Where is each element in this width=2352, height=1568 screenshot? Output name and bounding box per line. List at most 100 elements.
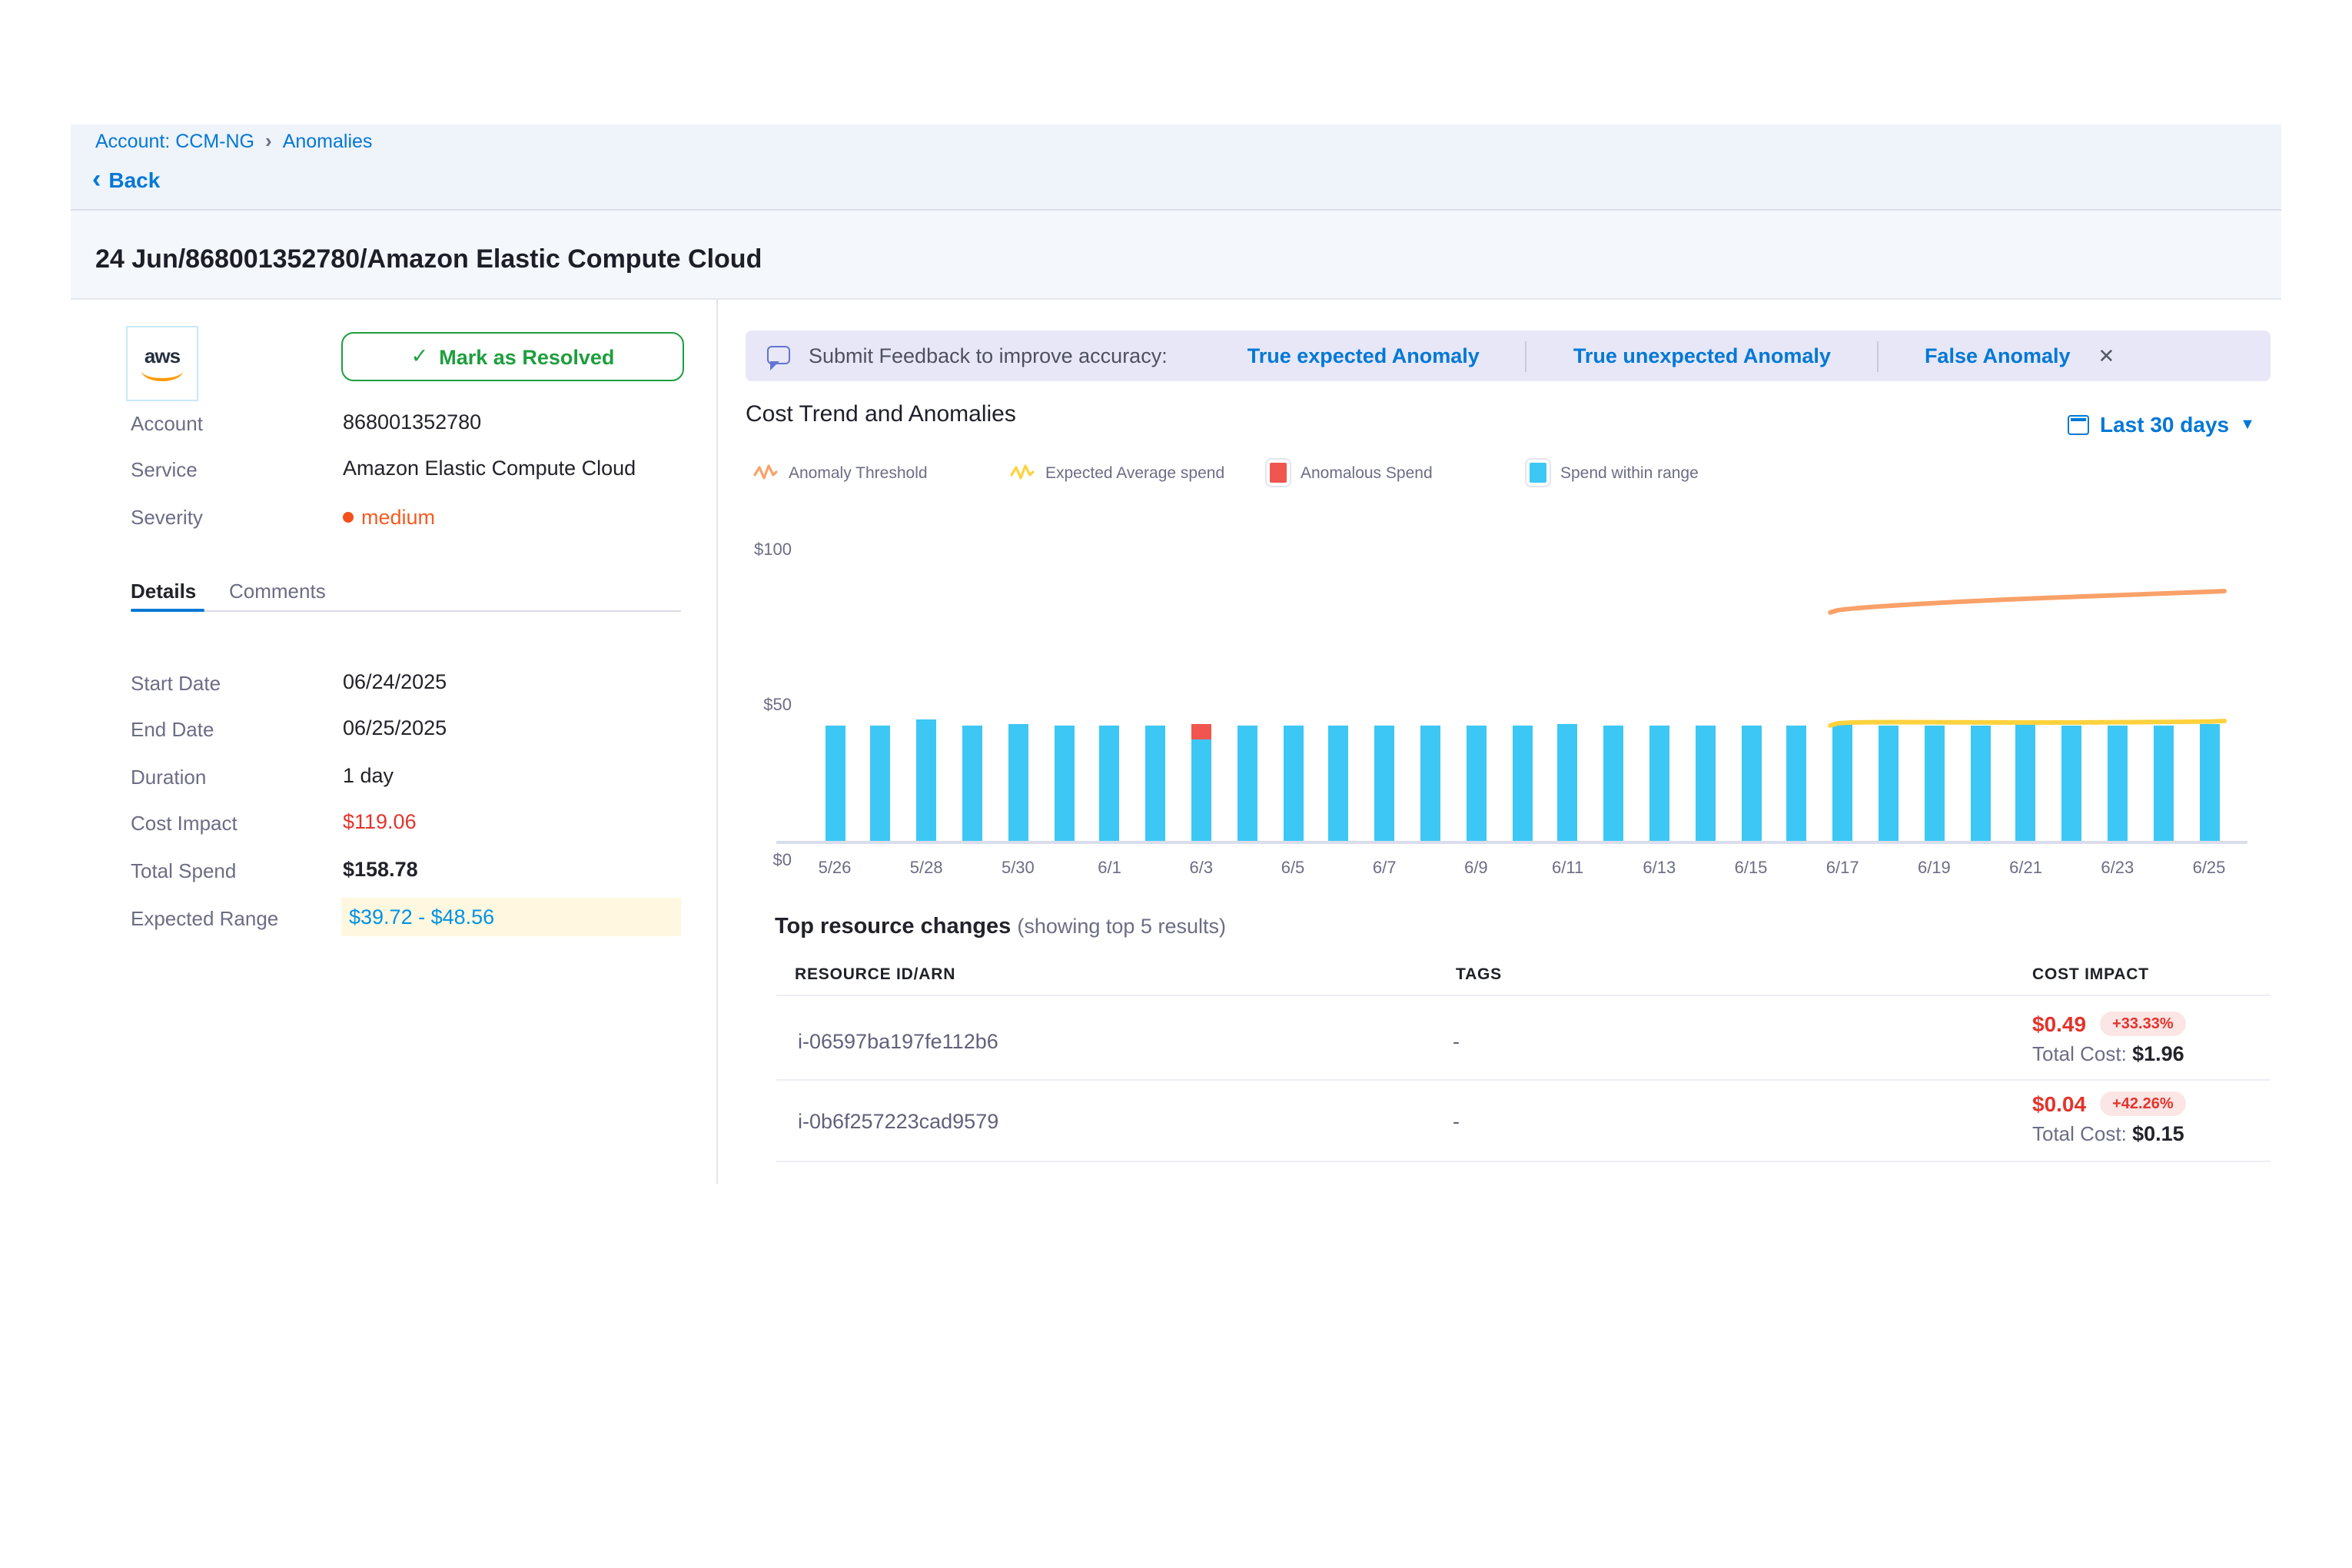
aws-logo: aws xyxy=(126,326,198,401)
x-tick-6/9: 6/9 xyxy=(1464,859,1488,878)
aws-logo-text: aws xyxy=(145,347,180,365)
x-tick-6/3: 6/3 xyxy=(1189,859,1213,878)
x-tick-6/17: 6/17 xyxy=(1826,859,1859,878)
legend-expected-average: Expected Average spend xyxy=(1010,463,1224,483)
feedback-close-icon[interactable]: ✕ xyxy=(2098,344,2115,368)
tags-cell: - xyxy=(1453,1030,1460,1053)
start-date-value: 06/24/2025 xyxy=(343,670,447,693)
chevron-down-icon: ▼ xyxy=(2240,416,2255,433)
table-divider xyxy=(776,995,2271,996)
tab-details[interactable]: Details xyxy=(131,580,196,603)
line-anomaly-threshold xyxy=(1830,591,2224,613)
total-spend-value: $158.78 xyxy=(343,858,418,881)
legend-spend-within-range: Spend within range xyxy=(1526,460,1699,486)
x-tick-6/25: 6/25 xyxy=(2193,859,2226,878)
severity-dot-icon xyxy=(343,512,354,523)
breadcrumb-band xyxy=(71,125,2281,211)
date-range-label: Last 30 days xyxy=(2100,412,2229,437)
x-tick-5/26: 5/26 xyxy=(819,859,852,878)
tab-comments[interactable]: Comments xyxy=(229,580,326,603)
start-date-label: Start Date xyxy=(131,672,221,695)
blue-swatch-icon xyxy=(1526,460,1550,486)
cost-impact-cell: $0.49 +33.33% Total Cost: $1.96 xyxy=(2032,1012,2186,1065)
back-chevron-icon: ‹ xyxy=(92,169,101,191)
expected-range-value: $39.72 - $48.56 xyxy=(349,905,494,929)
resources-title-text: Top resource changes xyxy=(775,915,1011,939)
back-button[interactable]: ‹ Back xyxy=(92,168,160,192)
breadcrumb-account-link[interactable]: Account: CCM-NG xyxy=(95,130,254,151)
legend-label: Spend within range xyxy=(1560,463,1699,482)
legend-label: Anomaly Threshold xyxy=(789,463,928,482)
x-axis: 5/26 5/28 5/30 6/1 6/3 6/5 6/7 6/9 6/11 6/13 6/15 6… xyxy=(804,859,2221,884)
feedback-option-true-expected[interactable]: True expected Anomaly xyxy=(1201,344,1526,367)
feedback-option-true-unexpected[interactable]: True unexpected Anomaly xyxy=(1527,344,1877,367)
col-header-tags: TAGS xyxy=(1456,965,1502,984)
x-tick-6/7: 6/7 xyxy=(1373,859,1397,878)
end-date-value: 06/25/2025 xyxy=(343,716,447,739)
x-tick-6/21: 6/21 xyxy=(2009,859,2042,878)
y-tick-50: $50 xyxy=(746,696,792,715)
x-axis-line xyxy=(776,841,2247,843)
cost-trend-chart: $100 $50 $0 5/26 5/28 5/30 6/1 6/3 6/5 6/7 6/9 6… xyxy=(746,535,2283,904)
y-tick-100: $100 xyxy=(746,541,792,560)
percent-change-badge: +33.33% xyxy=(2100,1012,2186,1036)
account-label: Account xyxy=(131,412,203,435)
col-header-resource-id: RESOURCE ID/ARN xyxy=(795,965,955,984)
total-cost-value: $1.96 xyxy=(2132,1042,2184,1065)
panel-divider xyxy=(716,298,718,1184)
total-cost-value: $0.15 xyxy=(2132,1122,2184,1145)
x-tick-6/1: 6/1 xyxy=(1098,859,1121,878)
check-icon: ✓ xyxy=(411,344,429,369)
y-tick-0: $0 xyxy=(746,852,792,870)
x-tick-5/28: 5/28 xyxy=(910,859,943,878)
total-spend-label: Total Spend xyxy=(131,859,236,882)
x-tick-6/23: 6/23 xyxy=(2101,859,2134,878)
severity-label: Severity xyxy=(131,506,203,529)
percent-change-badge: +42.26% xyxy=(2100,1091,2186,1116)
total-cost-label: Total Cost: xyxy=(2032,1122,2127,1145)
resource-id-cell[interactable]: i-06597ba197fe112b6 xyxy=(798,1030,998,1053)
back-label: Back xyxy=(108,168,160,192)
resource-id-cell[interactable]: i-0b6f257223cad9579 xyxy=(798,1110,998,1133)
red-swatch-icon xyxy=(1267,460,1290,486)
x-tick-6/15: 6/15 xyxy=(1735,859,1768,878)
duration-value: 1 day xyxy=(343,764,394,787)
feedback-prompt: Submit Feedback to improve accuracy: xyxy=(809,344,1168,367)
x-tick-5/30: 5/30 xyxy=(1002,859,1035,878)
chart-title: Cost Trend and Anomalies xyxy=(746,401,1016,427)
cost-impact-cell: $0.04 +42.26% Total Cost: $0.15 xyxy=(2032,1091,2186,1145)
x-tick-6/13: 6/13 xyxy=(1643,859,1676,878)
legend-anomalous-spend: Anomalous Spend xyxy=(1267,460,1433,486)
cost-impact-value: $119.06 xyxy=(343,810,417,833)
end-date-label: End Date xyxy=(131,718,214,741)
service-value: Amazon Elastic Compute Cloud xyxy=(343,457,636,480)
mark-as-resolved-button[interactable]: ✓ Mark as Resolved xyxy=(341,332,684,381)
x-tick-6/11: 6/11 xyxy=(1552,859,1583,878)
service-label: Service xyxy=(131,458,198,481)
cost-amount: $0.04 xyxy=(2032,1091,2086,1116)
tab-track xyxy=(131,610,681,612)
line-expected-average-spend xyxy=(1830,721,2224,726)
page-title: 24 Jun/868001352780/Amazon Elastic Compu… xyxy=(95,244,762,275)
feedback-option-false-anomaly[interactable]: False Anomaly xyxy=(1879,344,2086,367)
feedback-bar: Submit Feedback to improve accuracy: Tru… xyxy=(746,331,2271,381)
duration-label: Duration xyxy=(131,766,206,789)
cost-amount: $0.49 xyxy=(2032,1012,2086,1036)
expected-range-label: Expected Range xyxy=(131,907,278,930)
legend-label: Expected Average spend xyxy=(1045,463,1224,482)
pulse-line-icon xyxy=(1010,463,1035,483)
breadcrumb-anomalies-link[interactable]: Anomalies xyxy=(283,130,373,151)
chart-lines xyxy=(804,553,2221,841)
x-tick-6/5: 6/5 xyxy=(1281,859,1305,878)
table-divider xyxy=(776,1079,2271,1081)
table-divider xyxy=(776,1161,2271,1162)
breadcrumb: Account: CCM-NG › Anomalies xyxy=(95,129,372,152)
breadcrumb-chevron-icon: › xyxy=(265,129,272,152)
date-range-picker[interactable]: Last 30 days ▼ xyxy=(2068,412,2255,437)
x-tick-6/19: 6/19 xyxy=(1918,859,1951,878)
col-header-cost-impact: COST IMPACT xyxy=(2032,965,2149,984)
tab-active-underline xyxy=(131,608,204,612)
severity-text: medium xyxy=(361,506,435,529)
legend-label: Anomalous Spend xyxy=(1301,463,1433,482)
resources-title: Top resource changes (showing top 5 resu… xyxy=(775,915,1226,939)
